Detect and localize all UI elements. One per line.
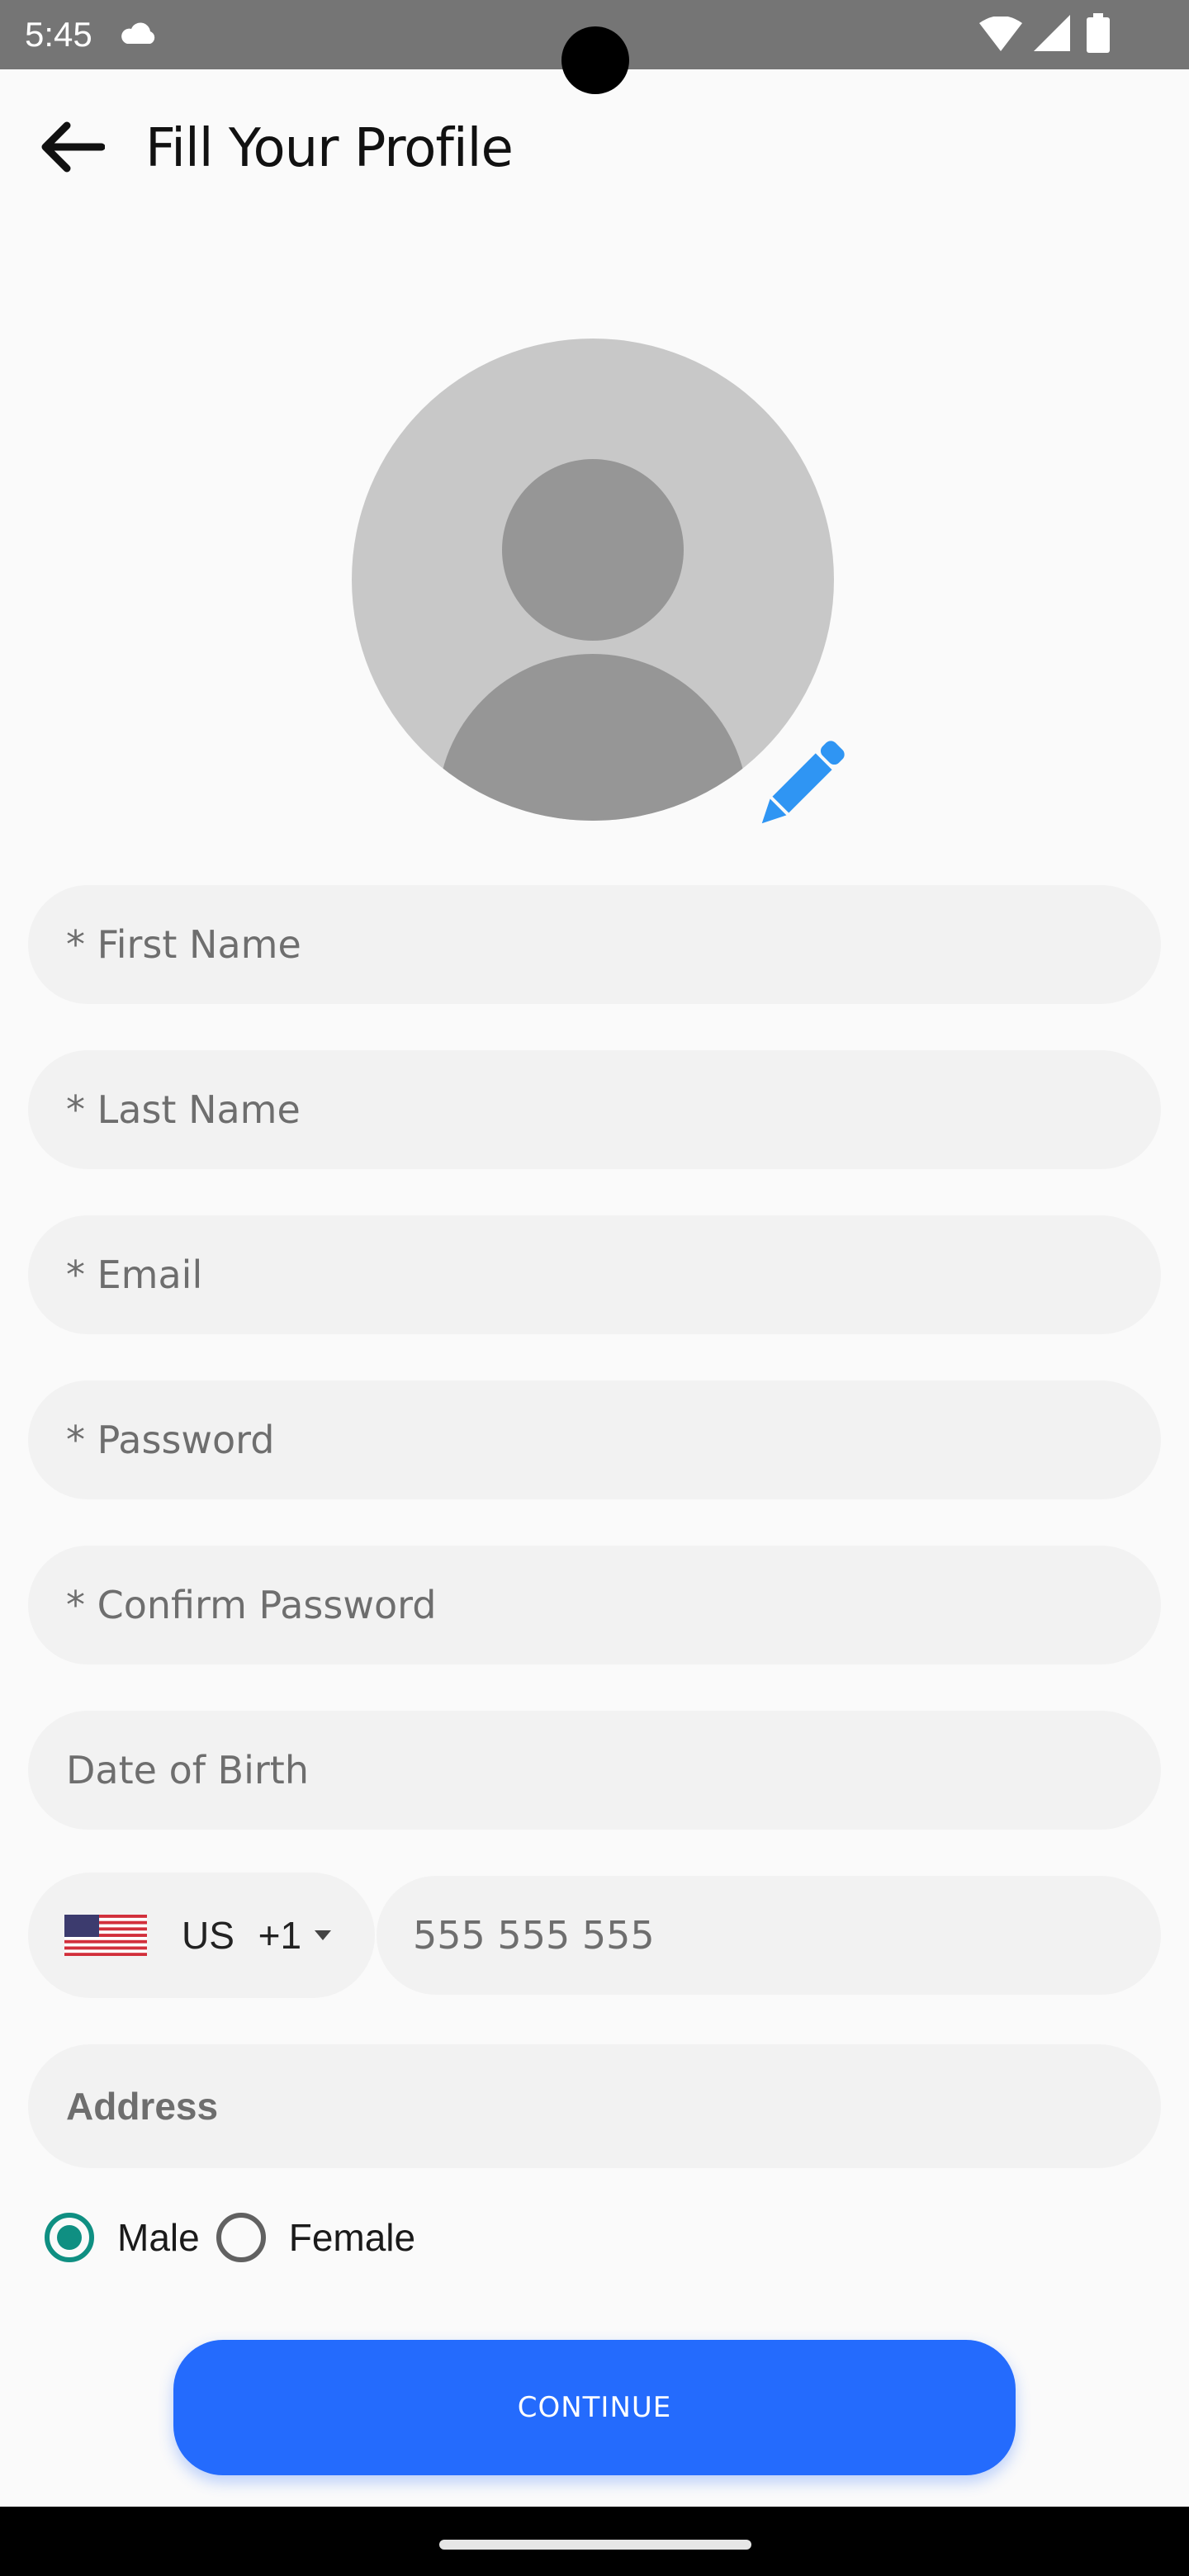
home-gesture-handle[interactable] xyxy=(439,2540,751,2550)
battery-icon xyxy=(1087,13,1110,53)
gender-label-female: Female xyxy=(288,2216,416,2259)
gender-label-male: Male xyxy=(117,2216,200,2259)
cloud-icon xyxy=(121,22,155,44)
pencil-icon[interactable] xyxy=(748,735,850,837)
navigation-bar xyxy=(0,2507,1189,2576)
address-field[interactable] xyxy=(28,2043,1161,2169)
continue-button[interactable]: CONTINUE xyxy=(173,2340,1016,2475)
first-name-field[interactable] xyxy=(28,884,1161,1005)
confirm-password-input[interactable] xyxy=(64,1545,1161,1665)
last-name-input[interactable] xyxy=(64,1049,1161,1170)
gender-option-female[interactable]: Female xyxy=(216,2213,415,2262)
gender-radio-group: Male Female xyxy=(45,2206,432,2269)
phone-field[interactable] xyxy=(377,1875,1161,1996)
radio-unchecked-icon[interactable] xyxy=(216,2213,266,2262)
country-code-label: US +1 xyxy=(182,1914,302,1957)
back-button[interactable] xyxy=(33,112,112,182)
camera-cutout xyxy=(561,26,629,94)
first-name-input[interactable] xyxy=(64,884,1161,1005)
date-of-birth-input[interactable] xyxy=(64,1710,1161,1830)
us-flag-icon xyxy=(64,1915,147,1956)
status-time: 5:45 xyxy=(25,15,92,54)
confirm-password-field[interactable] xyxy=(28,1545,1161,1665)
email-field[interactable] xyxy=(28,1215,1161,1335)
status-bar: 5:45 xyxy=(0,0,1189,94)
phone-input[interactable] xyxy=(411,1875,1161,1996)
page-title: Fill Your Profile xyxy=(145,118,514,179)
radio-checked-icon[interactable] xyxy=(45,2213,94,2262)
address-input[interactable] xyxy=(64,2043,1161,2169)
last-name-field[interactable] xyxy=(28,1049,1161,1170)
password-input[interactable] xyxy=(64,1380,1161,1500)
person-silhouette-icon xyxy=(502,459,684,641)
date-of-birth-field[interactable] xyxy=(28,1710,1161,1830)
chevron-down-icon xyxy=(315,1930,332,1940)
wifi-icon xyxy=(979,17,1022,51)
country-code-picker[interactable]: US +1 xyxy=(28,1873,375,1998)
gender-option-male[interactable]: Male xyxy=(45,2213,200,2262)
signal-icon xyxy=(1034,15,1070,51)
email-input[interactable] xyxy=(64,1215,1161,1335)
person-silhouette-body xyxy=(438,654,748,821)
arrow-left-icon xyxy=(41,121,105,173)
password-field[interactable] xyxy=(28,1380,1161,1500)
